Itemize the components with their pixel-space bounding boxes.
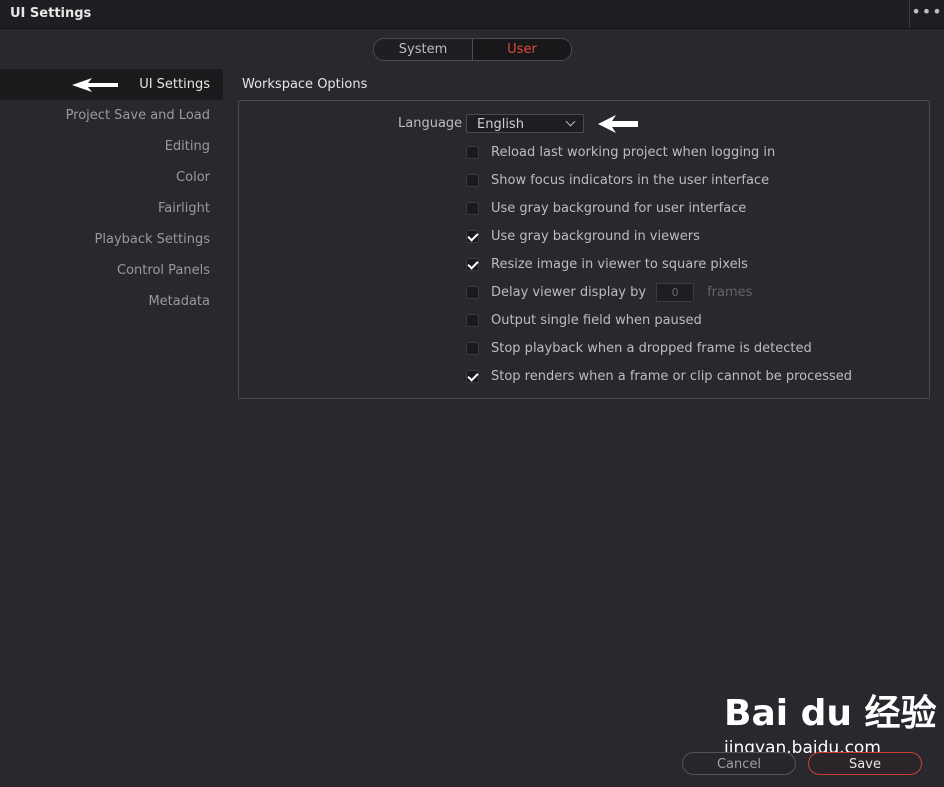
option-label: Stop playback when a dropped frame is de… bbox=[491, 340, 812, 356]
option-gray-background-viewers[interactable]: Use gray background in viewers bbox=[466, 225, 700, 247]
settings-sidebar: UI Settings Project Save and Load Editin… bbox=[0, 69, 223, 317]
option-output-single-field[interactable]: Output single field when paused bbox=[466, 309, 702, 331]
checkbox[interactable] bbox=[466, 257, 479, 271]
checkbox[interactable] bbox=[466, 313, 479, 327]
sidebar-item-label: Color bbox=[176, 170, 210, 185]
option-gray-background-ui[interactable]: Use gray background for user interface bbox=[466, 197, 746, 219]
chevron-down-icon bbox=[565, 116, 576, 127]
option-show-focus-indicators[interactable]: Show focus indicators in the user interf… bbox=[466, 169, 769, 191]
option-resize-square-pixels[interactable]: Resize image in viewer to square pixels bbox=[466, 253, 748, 275]
watermark-logo: Bai du 经验 bbox=[724, 693, 937, 734]
section-title: Workspace Options bbox=[242, 77, 368, 92]
delay-unit-label: frames bbox=[707, 284, 753, 300]
scope-toggle: System User bbox=[373, 38, 572, 61]
language-value: English bbox=[477, 117, 524, 132]
option-label: Use gray background in viewers bbox=[491, 228, 700, 244]
sidebar-item-editing[interactable]: Editing bbox=[0, 131, 223, 162]
pointer-arrow-icon bbox=[598, 115, 638, 133]
tab-system[interactable]: System bbox=[374, 39, 473, 60]
delay-frames-input[interactable]: 0 bbox=[656, 282, 695, 302]
sidebar-item-label: Playback Settings bbox=[94, 232, 210, 247]
sidebar-item-metadata[interactable]: Metadata bbox=[0, 286, 223, 317]
option-label: Show focus indicators in the user interf… bbox=[491, 172, 770, 188]
sidebar-item-label: Editing bbox=[164, 139, 210, 154]
sidebar-item-label: Fairlight bbox=[157, 201, 210, 216]
save-button[interactable]: Save bbox=[808, 752, 922, 775]
option-delay-viewer-display[interactable]: Delay viewer display by 0 frames bbox=[466, 281, 752, 303]
sidebar-item-label: Metadata bbox=[148, 294, 210, 309]
checkbox[interactable] bbox=[466, 145, 479, 159]
sidebar-item-label: Control Panels bbox=[117, 263, 210, 278]
sidebar-item-label: Project Save and Load bbox=[65, 108, 210, 123]
title-bar: UI Settings ••• bbox=[0, 0, 944, 29]
cancel-button[interactable]: Cancel bbox=[682, 752, 796, 775]
option-label: Reload last working project when logging… bbox=[491, 144, 776, 160]
sidebar-item-fairlight[interactable]: Fairlight bbox=[0, 193, 223, 224]
option-reload-last-project[interactable]: Reload last working project when logging… bbox=[466, 141, 775, 163]
option-stop-renders[interactable]: Stop renders when a frame or clip cannot… bbox=[466, 365, 852, 387]
checkbox[interactable] bbox=[466, 285, 479, 299]
option-label: Stop renders when a frame or clip cannot… bbox=[491, 368, 853, 384]
sidebar-item-control-panels[interactable]: Control Panels bbox=[0, 255, 223, 286]
option-label: Output single field when paused bbox=[491, 312, 702, 328]
checkbox[interactable] bbox=[466, 341, 479, 355]
sidebar-item-project-save-and-load[interactable]: Project Save and Load bbox=[0, 100, 223, 131]
language-label: Language bbox=[398, 116, 463, 131]
sidebar-item-color[interactable]: Color bbox=[0, 162, 223, 193]
option-label: Resize image in viewer to square pixels bbox=[491, 256, 748, 272]
option-label: Use gray background for user interface bbox=[491, 200, 747, 216]
more-horizontal-icon[interactable]: ••• bbox=[909, 0, 944, 28]
tab-user[interactable]: User bbox=[473, 39, 571, 60]
sidebar-item-playback-settings[interactable]: Playback Settings bbox=[0, 224, 223, 255]
checkbox[interactable] bbox=[466, 201, 479, 215]
option-stop-playback-dropped-frame[interactable]: Stop playback when a dropped frame is de… bbox=[466, 337, 812, 359]
option-label: Delay viewer display by bbox=[491, 284, 647, 300]
sidebar-item-ui-settings[interactable]: UI Settings bbox=[0, 69, 223, 100]
sidebar-item-label: UI Settings bbox=[139, 77, 210, 92]
checkbox[interactable] bbox=[466, 173, 479, 187]
pointer-arrow-icon bbox=[72, 78, 118, 92]
checkbox[interactable] bbox=[466, 369, 479, 383]
window-title: UI Settings bbox=[10, 6, 92, 21]
checkbox[interactable] bbox=[466, 229, 479, 243]
language-select[interactable]: English bbox=[466, 114, 584, 133]
